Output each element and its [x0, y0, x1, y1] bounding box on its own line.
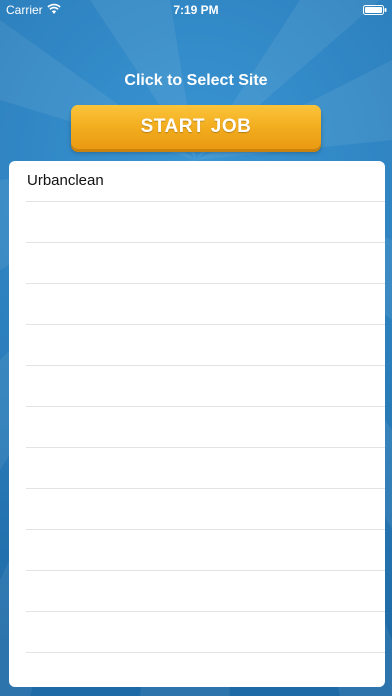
site-list-item[interactable]: [9, 284, 385, 325]
select-site-prompt: Click to Select Site: [124, 72, 268, 89]
site-list-item[interactable]: [9, 653, 385, 687]
site-list-item[interactable]: Urbanclean: [9, 161, 385, 202]
site-list-item[interactable]: [9, 325, 385, 366]
site-list-item[interactable]: [9, 530, 385, 571]
site-list-item[interactable]: [9, 571, 385, 612]
site-list-item[interactable]: [9, 489, 385, 530]
site-list[interactable]: Urbanclean: [9, 161, 385, 687]
site-list-item[interactable]: [9, 448, 385, 489]
status-time: 7:19 PM: [173, 3, 219, 17]
site-list-item[interactable]: [9, 366, 385, 407]
battery-icon: [363, 5, 387, 15]
site-list-item[interactable]: [9, 243, 385, 284]
status-bar: Carrier 7:19 PM: [0, 0, 392, 20]
site-list-item[interactable]: [9, 612, 385, 653]
start-job-button[interactable]: START JOB: [71, 105, 321, 149]
site-list-item[interactable]: [9, 202, 385, 243]
site-name: Urbanclean: [27, 172, 104, 189]
site-list-item[interactable]: [9, 407, 385, 448]
